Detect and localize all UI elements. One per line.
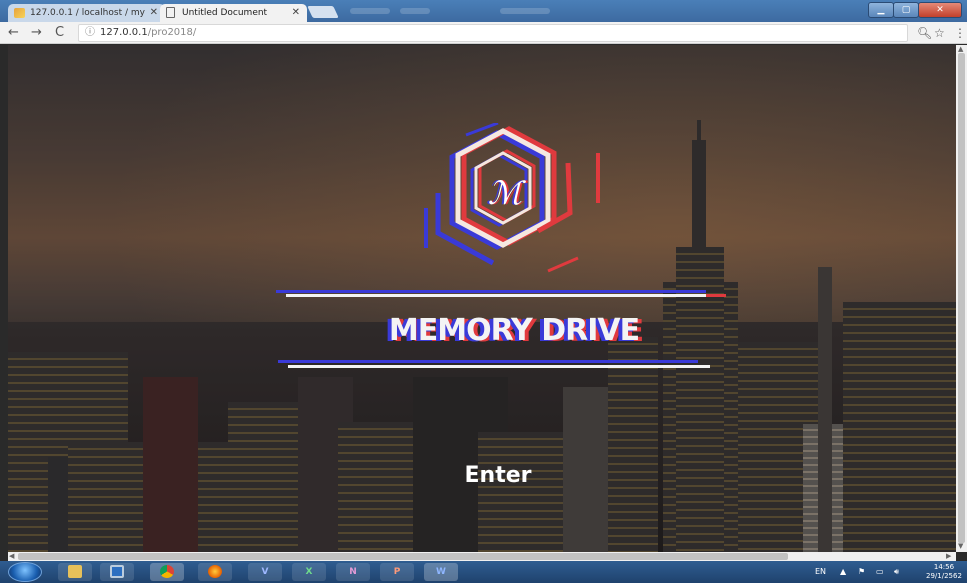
taskbar-chrome-button[interactable] [150, 563, 184, 581]
vertical-scrollbar[interactable]: ▲ ▼ [956, 45, 967, 552]
tab-untitled-document[interactable]: Untitled Document ✕ [160, 4, 307, 22]
zoom-icon[interactable]: 🔍︎ [917, 25, 932, 41]
taskbar-firefox-button[interactable] [198, 563, 232, 581]
tab-title: 127.0.0.1 / localhost / my [30, 8, 145, 18]
close-window-button[interactable]: ✕ [918, 2, 962, 18]
divider-bottom-blue [278, 360, 698, 363]
reload-icon[interactable]: C [55, 24, 64, 42]
browser-titlebar: 127.0.0.1 / localhost / my ✕ Untitled Do… [0, 0, 967, 22]
logo-monogram: ℳ [487, 174, 523, 212]
forward-arrow-icon[interactable]: → [31, 24, 42, 42]
visio-icon: V [261, 567, 269, 577]
page-viewport: ℳ MEMORY DRIVE Enter [8, 45, 956, 552]
taskbar-powerpoint-button[interactable]: P [380, 563, 414, 581]
scroll-down-arrow-icon[interactable]: ▼ [958, 542, 963, 551]
enter-button[interactable]: Enter [448, 463, 548, 488]
language-indicator[interactable]: EN [815, 565, 826, 579]
windows-taskbar: V X N P W EN ▲ ⚑ ▭ 🔊︎ 14:56 29/1/2562 [0, 561, 967, 583]
address-bar[interactable]: ⓘ 127.0.0.1/pro2018/ [78, 24, 908, 42]
media-player-icon [110, 565, 124, 578]
taskbar-media-button[interactable] [100, 563, 134, 581]
start-button[interactable] [8, 562, 42, 582]
divider-bottom [288, 365, 710, 368]
info-icon[interactable]: ⓘ [85, 27, 95, 38]
divider-top-blue [276, 290, 706, 293]
new-tab-button[interactable] [307, 6, 339, 18]
powerpoint-icon: P [393, 567, 401, 577]
scrollbar-thumb[interactable] [958, 53, 965, 543]
excel-icon: X [305, 567, 313, 577]
phpmyadmin-favicon-icon [14, 8, 25, 18]
url-path: /pro2018/ [147, 27, 197, 38]
volume-icon[interactable]: 🔊︎ [894, 565, 899, 579]
taskbar-excel-button[interactable]: X [292, 563, 326, 581]
taskbar-explorer-button[interactable] [58, 563, 92, 581]
taskbar-word-button[interactable]: W [424, 563, 458, 581]
blurred-region [500, 8, 550, 14]
url-host: 127.0.0.1 [100, 27, 148, 38]
scroll-left-arrow-icon[interactable]: ◀ [9, 552, 14, 561]
system-clock[interactable]: 14:56 29/1/2562 [926, 563, 962, 581]
action-center-flag-icon[interactable]: ⚑ [858, 565, 865, 579]
firefox-icon [208, 565, 222, 578]
close-tab-icon[interactable]: ✕ [292, 4, 300, 22]
page-title: MEMORY DRIVE [388, 313, 640, 348]
back-arrow-icon[interactable]: ← [8, 24, 19, 42]
onenote-icon: N [349, 567, 357, 577]
show-hidden-icons-icon[interactable]: ▲ [840, 565, 846, 579]
scroll-right-arrow-icon[interactable]: ▶ [946, 552, 951, 561]
divider-top [286, 294, 726, 297]
clock-time: 14:56 [933, 563, 955, 571]
scrollbar-thumb[interactable] [18, 553, 788, 560]
tab-phpmyadmin[interactable]: 127.0.0.1 / localhost / my ✕ [8, 4, 165, 22]
horizontal-scrollbar[interactable]: ◀ ▶ [8, 552, 956, 561]
blurred-region [400, 8, 430, 14]
blurred-region [350, 8, 390, 14]
browser-toolbar: ← → C ⓘ 127.0.0.1/pro2018/ 🔍︎ ☆ ⋮ [0, 22, 967, 44]
taskbar-onenote-button[interactable]: N [336, 563, 370, 581]
bookmark-star-icon[interactable]: ☆ [934, 25, 945, 41]
network-icon[interactable]: ▭ [876, 565, 884, 579]
close-tab-icon[interactable]: ✕ [150, 4, 158, 22]
chrome-icon [160, 565, 174, 578]
tab-title: Untitled Document [182, 8, 268, 18]
menu-icon[interactable]: ⋮ [954, 25, 966, 41]
taskbar-visio-button[interactable]: V [248, 563, 282, 581]
divider-top-red [706, 294, 726, 297]
folder-icon [68, 565, 82, 578]
minimize-button[interactable]: ▁ [868, 2, 894, 18]
maximize-button[interactable]: ▢ [893, 2, 919, 18]
word-icon: W [436, 567, 446, 577]
document-icon [166, 7, 175, 18]
clock-date: 29/1/2562 [926, 572, 962, 580]
